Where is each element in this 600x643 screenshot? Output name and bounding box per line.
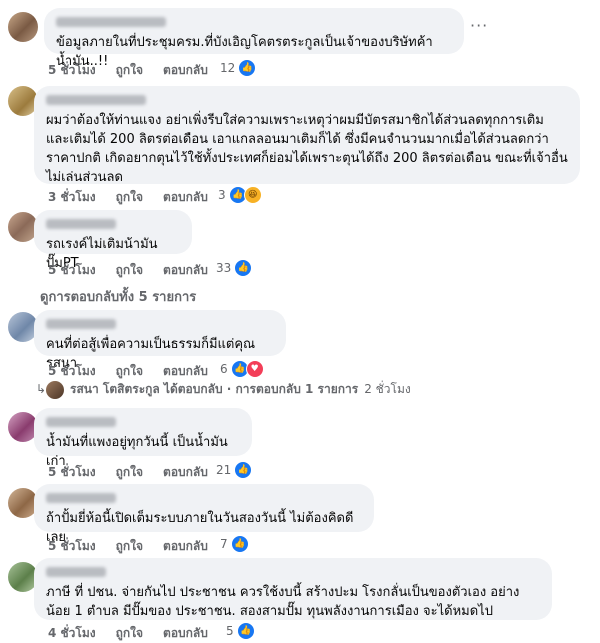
comment-bubble: คนที่ต่อสู้เพื่อความเป็นธรรมก็มีแต่คุณรส…: [34, 310, 286, 371]
like-button[interactable]: ถูกใจ: [116, 537, 143, 556]
comment-time[interactable]: 5 ชั่วโมง: [48, 362, 96, 381]
comment-bubble: น้ำมันที่แพงอยู่ทุกวันนี้ เป็นน้ำมันเก่า: [34, 408, 252, 469]
reaction-number: 3: [218, 188, 226, 202]
commenter-name-blurred[interactable]: [46, 219, 116, 229]
reaction-number: 6: [220, 362, 228, 376]
reaction-count[interactable]: 33 👍: [216, 259, 253, 277]
comment-text: ผมว่าต้องให้ท่านแจง อย่าเพิ่งรีบใส่ความเ…: [46, 113, 568, 185]
commenter-name-blurred[interactable]: [56, 17, 166, 27]
comment-time[interactable]: 5 ชั่วโมง: [48, 537, 96, 556]
love-icon: ♥: [245, 360, 264, 378]
comment-actions: 5 ชั่วโมง ถูกใจ ตอบกลับ: [48, 61, 208, 80]
commenter-name-blurred[interactable]: [46, 95, 146, 105]
comment-actions: 5 ชั่วโมง ถูกใจ ตอบกลับ: [48, 261, 208, 280]
reply-button[interactable]: ตอบกลับ: [163, 61, 208, 80]
comment-bubble: รถเรงค์ไม่เติมน้ามันปั๊มPT: [34, 210, 192, 271]
comment-text: ภาษี ที่ ปชน. จ่ายกันไป ประชาชน ควรใช้งบ…: [46, 585, 520, 619]
view-all-replies-link[interactable]: ดูการตอบกลับทั้ง 5 รายการ: [40, 286, 196, 307]
reply-button[interactable]: ตอบกลับ: [163, 261, 208, 280]
commenter-name-blurred[interactable]: [46, 567, 106, 577]
reaction-number: 5: [226, 624, 234, 638]
reaction-count[interactable]: 7 👍: [220, 535, 249, 553]
comment-bubble: ข้อมูลภายในที่ประชุมครม.ที่บังเอิญโคตรตร…: [44, 8, 464, 69]
comment-actions: 5 ชั่วโมง ถูกใจ ตอบกลับ: [48, 537, 208, 556]
like-button[interactable]: ถูกใจ: [116, 61, 143, 80]
comment-actions: 4 ชั่วโมง ถูกใจ ตอบกลับ: [48, 624, 208, 643]
like-button[interactable]: ถูกใจ: [116, 188, 143, 207]
reaction-number: 7: [220, 537, 228, 551]
reaction-number: 33: [216, 261, 232, 275]
comment-actions: 3 ชั่วโมง ถูกใจ ตอบกลับ: [48, 188, 208, 207]
avatar: [46, 380, 64, 399]
comment-bubble: ภาษี ที่ ปชน. จ่ายกันไป ประชาชน ควรใช้งบ…: [34, 558, 552, 620]
comment-actions: 5 ชั่วโมง ถูกใจ ตอบกลับ: [48, 362, 208, 381]
like-icon: 👍: [238, 59, 257, 77]
reaction-number: 21: [216, 463, 232, 477]
comment-bubble: ถ้าปั้มยี่ห้อนี้เปิดเต็มระบบภายในวันสองว…: [34, 484, 374, 545]
like-icon: 👍: [230, 535, 249, 553]
reply-arrow-icon: ↳: [36, 382, 47, 396]
commenter-name-blurred[interactable]: [46, 417, 116, 427]
reply-summary-time: 2 ชั่วโมง: [364, 382, 411, 396]
reaction-count[interactable]: 21 👍: [216, 461, 253, 479]
comment-time[interactable]: 5 ชั่วโมง: [48, 463, 96, 482]
comment-time[interactable]: 5 ชั่วโมง: [48, 261, 96, 280]
commenter-name-blurred[interactable]: [46, 493, 116, 503]
reaction-count[interactable]: 3 👍 😆: [218, 186, 262, 204]
haha-icon: 😆: [243, 186, 262, 204]
reply-button[interactable]: ตอบกลับ: [163, 188, 208, 207]
comment-bubble: ผมว่าต้องให้ท่านแจง อย่าเพิ่งรีบใส่ความเ…: [34, 86, 580, 185]
reaction-number: 12: [220, 61, 236, 75]
reaction-count[interactable]: 6 👍 ♥: [220, 360, 264, 378]
like-icon: 👍: [234, 259, 253, 277]
reply-button[interactable]: ตอบกลับ: [163, 624, 208, 643]
like-icon: 👍: [236, 622, 255, 640]
commenter-name-blurred[interactable]: [46, 319, 116, 329]
like-button[interactable]: ถูกใจ: [116, 624, 143, 643]
avatar[interactable]: [8, 12, 38, 42]
comment-time[interactable]: 5 ชั่วโมง: [48, 61, 96, 80]
reply-summary-link[interactable]: รสนา โตสิตระกูล ได้ตอบกลับ · การตอบกลับ …: [46, 380, 411, 399]
like-icon: 👍: [234, 461, 253, 479]
more-dots-icon[interactable]: ···: [470, 16, 488, 35]
comment-actions: 5 ชั่วโมง ถูกใจ ตอบกลับ: [48, 463, 208, 482]
reply-summary-text: รสนา โตสิตระกูล ได้ตอบกลับ · การตอบกลับ …: [70, 382, 359, 396]
reaction-count[interactable]: 12 👍: [220, 59, 257, 77]
reply-button[interactable]: ตอบกลับ: [163, 463, 208, 482]
reply-button[interactable]: ตอบกลับ: [163, 537, 208, 556]
reaction-count[interactable]: 5 👍: [226, 622, 255, 640]
comment-time[interactable]: 3 ชั่วโมง: [48, 188, 96, 207]
reply-button[interactable]: ตอบกลับ: [163, 362, 208, 381]
like-button[interactable]: ถูกใจ: [116, 362, 143, 381]
like-button[interactable]: ถูกใจ: [116, 261, 143, 280]
like-button[interactable]: ถูกใจ: [116, 463, 143, 482]
comment-time[interactable]: 4 ชั่วโมง: [48, 624, 96, 643]
